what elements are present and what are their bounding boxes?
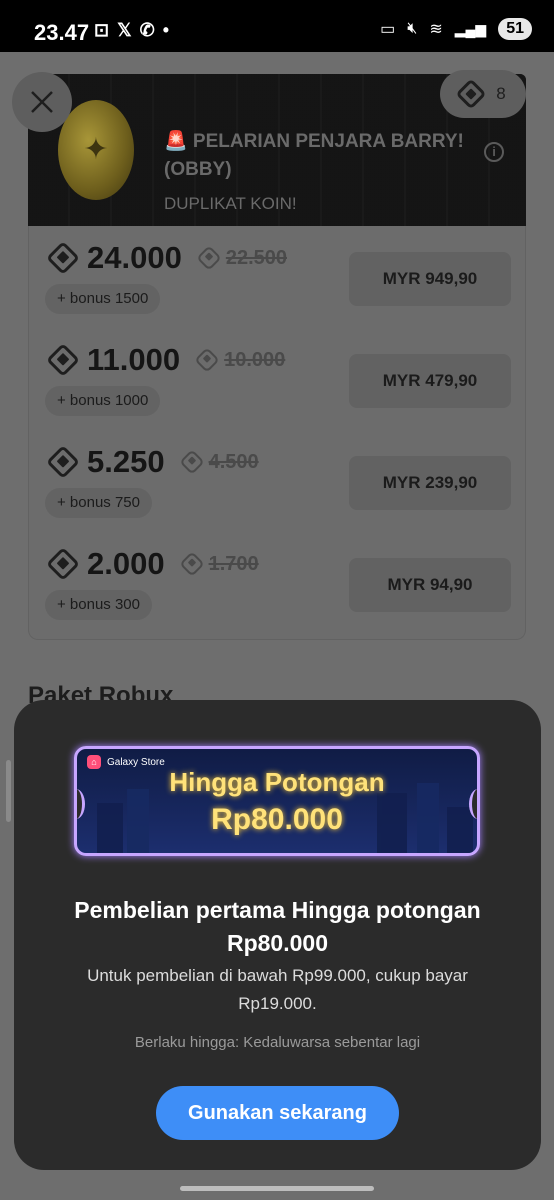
x-icon: 𝕏 xyxy=(117,20,132,40)
pack-old-amount-value: 1.700 xyxy=(208,552,259,575)
screen: 23.47 ⊡ 𝕏 ✆ • ▭ 🔇︎ ≋ ▂▄▆ 51 ✦ 🚨 PELARIAN… xyxy=(0,0,554,1200)
pack-bonus-badge: + bonus 300 xyxy=(45,590,152,620)
battery-indicator: 51 xyxy=(498,18,532,40)
signal-icon: ▂▄▆ xyxy=(454,20,487,37)
robux-icon xyxy=(46,241,80,275)
dot-icon: • xyxy=(162,20,170,40)
robux-balance[interactable]: 8 xyxy=(440,70,526,118)
galaxy-store-label: Galaxy Store xyxy=(107,756,165,768)
pack-amount-value: 11.000 xyxy=(87,342,181,377)
pack-old-amount-value: 10.000 xyxy=(224,348,286,371)
robux-icon xyxy=(46,547,80,581)
robux-balance-value: 8 xyxy=(496,84,506,103)
close-icon xyxy=(31,91,53,113)
pack-price-button[interactable]: MYR 239,90 xyxy=(349,456,511,510)
use-now-button[interactable]: Gunakan sekarang xyxy=(156,1086,399,1140)
pack-old-amount: 22.500 xyxy=(196,245,287,271)
robux-icon xyxy=(194,347,220,373)
pack-amount: 5.250 4.500 xyxy=(46,444,259,480)
robux-icon xyxy=(196,245,222,271)
game-subtitle: DUPLIKAT KOIN! xyxy=(164,194,297,213)
pack-amount-value: 5.250 xyxy=(87,444,165,479)
promo-validity: Berlaku hingga: Kedaluwarsa sebentar lag… xyxy=(134,1034,421,1051)
robux-icon xyxy=(178,551,205,577)
pack-amount-value: 24.000 xyxy=(87,240,182,275)
pack-amount: 24.000 22.500 xyxy=(46,240,287,276)
promo-bottom-sheet: ⌂ Galaxy Store Hingga Potongan Rp80.000 … xyxy=(14,700,541,1170)
pack-row: 24.000 22.500 + bonus 1500 MYR 949,90 xyxy=(29,226,527,328)
pack-amount: 11.000 10.000 xyxy=(46,342,286,378)
robux-icon xyxy=(178,449,205,475)
info-icon[interactable]: i xyxy=(484,142,504,162)
status-time: 23.47 xyxy=(34,20,90,45)
notification-icons: ⊡ 𝕏 ✆ • xyxy=(94,20,169,41)
pack-old-amount: 10.000 xyxy=(194,347,286,373)
promo-description: Untuk pembelian di bawah Rp99.000, cukup… xyxy=(87,966,468,1013)
pack-bonus-badge: + bonus 1000 xyxy=(45,386,161,416)
pack-price-button[interactable]: MYR 479,90 xyxy=(349,354,511,408)
banner-amount: Rp80.000 xyxy=(211,803,343,836)
home-indicator[interactable] xyxy=(180,1186,374,1191)
edge-panel-handle[interactable] xyxy=(6,760,11,822)
pack-amount: 2.000 1.700 xyxy=(46,546,259,582)
game-title: 🚨 PELARIAN PENJARA BARRY! (OBBY) xyxy=(164,131,464,180)
promo-title: Pembelian pertama Hingga potongan Rp80.0… xyxy=(74,897,481,956)
robux-icon xyxy=(46,445,80,479)
pack-bonus-badge: + bonus 1500 xyxy=(45,284,161,314)
pack-bonus-badge: + bonus 750 xyxy=(45,488,152,518)
pack-old-amount-value: 22.500 xyxy=(225,246,287,269)
pack-row: 5.250 4.500 + bonus 750 MYR 239,90 xyxy=(29,430,527,532)
robux-icon xyxy=(46,343,80,377)
coin-image: ✦ xyxy=(58,100,134,200)
pack-price-button[interactable]: MYR 949,90 xyxy=(349,252,511,306)
coin-emblem-icon: ✦ xyxy=(83,133,109,166)
mute-icon: 🔇︎ xyxy=(407,20,418,37)
robux-icon xyxy=(455,78,487,110)
close-button[interactable] xyxy=(12,72,72,132)
whatsapp-icon: ✆ xyxy=(139,20,155,40)
pack-amount-value: 2.000 xyxy=(87,546,165,581)
promo-banner: ⌂ Galaxy Store Hingga Potongan Rp80.000 xyxy=(74,746,480,856)
pack-row: 2.000 1.700 + bonus 300 MYR 94,90 xyxy=(29,532,527,634)
pack-price-button[interactable]: MYR 94,90 xyxy=(349,558,511,612)
pack-old-amount-value: 4.500 xyxy=(208,450,259,473)
bed-icon: ▭ xyxy=(380,21,396,38)
wifi-icon: ≋ xyxy=(429,21,443,38)
system-icons: ▭ 🔇︎ ≋ ▂▄▆ 51 xyxy=(380,18,532,40)
robux-pack-list: 24.000 22.500 + bonus 1500 MYR 949,90 11… xyxy=(28,226,526,640)
status-bar: 23.47 ⊡ 𝕏 ✆ • ▭ 🔇︎ ≋ ▂▄▆ 51 xyxy=(0,0,554,52)
banner-headline: Hingga Potongan xyxy=(169,767,385,797)
pack-old-amount: 1.700 xyxy=(178,551,259,577)
screenshot-icon: ⊡ xyxy=(94,20,110,40)
pack-old-amount: 4.500 xyxy=(178,449,259,475)
pack-row: 11.000 10.000 + bonus 1000 MYR 479,90 xyxy=(29,328,527,430)
